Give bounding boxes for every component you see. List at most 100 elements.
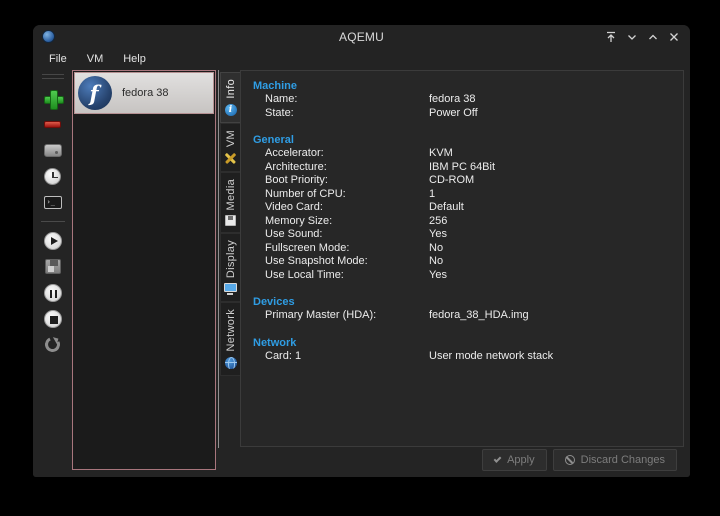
apply-button[interactable]: Apply xyxy=(482,449,547,471)
tab-vm[interactable]: VM xyxy=(220,122,240,172)
row-label: Boot Priority: xyxy=(265,174,328,186)
section-title: Network xyxy=(253,336,297,349)
hdd-manager-button[interactable] xyxy=(40,138,66,163)
pause-icon xyxy=(43,283,62,302)
floppy-save-icon xyxy=(44,259,61,274)
info-row: Number of CPU: 1 xyxy=(241,188,683,202)
snapshots-button[interactable] xyxy=(40,164,66,189)
row-value: User mode network stack xyxy=(429,349,554,362)
titlebar: AQEMU xyxy=(33,25,690,48)
toolbar-drag-handle[interactable] xyxy=(41,74,64,79)
maximize-icon[interactable] xyxy=(647,31,659,43)
aqemu-window: AQEMU File VM Help ›_ f fedora 38 Info i… xyxy=(33,25,690,477)
window-title: AQEMU xyxy=(338,29,384,44)
section-general: General Accelerator: KVM Architecture: I… xyxy=(241,133,683,282)
row-label: Card: 1 xyxy=(265,349,302,362)
row-value: No xyxy=(429,255,444,267)
vm-toolbar: ›_ xyxy=(33,70,72,477)
play-icon xyxy=(43,231,62,250)
info-row: Memory Size: 256 xyxy=(241,215,683,229)
info-row: Video Card: Default xyxy=(241,201,683,215)
network-icon xyxy=(224,356,237,369)
info-row: Accelerator: KVM xyxy=(241,147,683,161)
row-label: Use Sound: xyxy=(265,228,323,240)
add-vm-button[interactable] xyxy=(40,86,66,111)
cancel-circle-icon xyxy=(564,455,575,465)
keep-above-icon[interactable] xyxy=(605,31,617,43)
pause-vm-button[interactable] xyxy=(40,280,66,305)
discard-changes-button[interactable]: Discard Changes xyxy=(552,449,677,471)
media-icon xyxy=(225,215,236,227)
row-label: Video Card: xyxy=(265,201,323,213)
row-value: KVM xyxy=(429,147,453,159)
row-label: Name: xyxy=(265,93,298,105)
vm-list[interactable]: f fedora 38 xyxy=(72,70,216,470)
info-row: Card: 1 User mode network stack xyxy=(241,350,683,364)
row-value: CD-ROM xyxy=(429,174,475,186)
vm-list-item-fedora-38[interactable]: f fedora 38 xyxy=(74,72,214,114)
section-title: General xyxy=(253,134,294,146)
row-label: Number of CPU: xyxy=(265,187,346,200)
stop-icon xyxy=(43,309,62,328)
minus-icon xyxy=(44,121,61,128)
menu-vm[interactable]: VM xyxy=(77,50,114,68)
info-row: Use Local Time: Yes xyxy=(241,269,683,283)
info-pane: Machine Name: fedora 38 State: Power Off… xyxy=(240,70,684,447)
section-title: Devices xyxy=(253,296,295,308)
row-value: 256 xyxy=(429,214,448,227)
info-row: Boot Priority: CD-ROM xyxy=(241,174,683,188)
tab-info[interactable]: Info i xyxy=(220,72,240,123)
info-row: Primary Master (HDA): fedora_38_HDA.img xyxy=(241,309,683,323)
splitter-handle[interactable] xyxy=(218,70,219,448)
stop-vm-button[interactable] xyxy=(40,306,66,331)
tools-icon xyxy=(224,152,237,165)
check-icon xyxy=(493,454,502,463)
row-label: Primary Master (HDA): xyxy=(265,309,377,321)
terminal-icon: ›_ xyxy=(43,196,62,209)
info-icon: i xyxy=(224,103,237,116)
row-label: Architecture: xyxy=(265,160,327,173)
footer-buttons: Apply Discard Changes xyxy=(482,449,677,471)
row-value: fedora_38_HDA.img xyxy=(429,309,529,321)
minimize-icon[interactable] xyxy=(626,31,638,43)
window-controls xyxy=(605,25,680,48)
settings-tabbar: Info i VM Media Display Network xyxy=(220,72,241,376)
discard-label: Discard Changes xyxy=(580,454,665,466)
info-row: State: Power Off xyxy=(241,107,683,121)
toolbar-separator xyxy=(40,221,65,222)
row-value: Yes xyxy=(429,228,447,240)
plus-icon xyxy=(43,89,64,110)
tab-display[interactable]: Display xyxy=(220,233,240,303)
remove-vm-button[interactable] xyxy=(40,112,66,137)
section-network: Network Card: 1 User mode network stack xyxy=(241,336,683,364)
reset-vm-button[interactable] xyxy=(40,332,66,357)
row-value: Yes xyxy=(429,268,447,281)
vm-name: fedora 38 xyxy=(122,87,169,99)
row-value: Power Off xyxy=(429,106,478,119)
row-value: Default xyxy=(429,201,464,213)
row-value: No xyxy=(429,241,444,254)
start-vm-button[interactable] xyxy=(40,228,66,253)
row-label: Use Snapshot Mode: xyxy=(265,255,368,267)
harddisk-icon xyxy=(43,144,62,157)
info-row: Name: fedora 38 xyxy=(241,93,683,107)
main-area: ›_ f fedora 38 Info i VM Media Display N… xyxy=(33,70,690,477)
display-icon xyxy=(224,283,237,296)
section-title: Machine xyxy=(253,80,298,92)
tab-media[interactable]: Media xyxy=(220,171,240,234)
tab-network[interactable]: Network xyxy=(220,302,240,376)
row-value: 1 xyxy=(429,187,436,200)
info-row: Use Snapshot Mode: No xyxy=(241,255,683,269)
row-value: IBM PC 64Bit xyxy=(429,160,496,173)
menu-help[interactable]: Help xyxy=(113,50,156,68)
apply-label: Apply xyxy=(507,454,535,466)
menu-file[interactable]: File xyxy=(39,50,77,68)
row-label: Memory Size: xyxy=(265,214,333,227)
row-label: Use Local Time: xyxy=(265,268,344,281)
info-row: Use Sound: Yes xyxy=(241,228,683,242)
save-vm-button[interactable] xyxy=(40,254,66,279)
console-button[interactable]: ›_ xyxy=(40,190,66,215)
row-label: Fullscreen Mode: xyxy=(265,241,350,254)
section-devices: Devices Primary Master (HDA): fedora_38_… xyxy=(241,295,683,323)
close-icon[interactable] xyxy=(668,31,680,43)
